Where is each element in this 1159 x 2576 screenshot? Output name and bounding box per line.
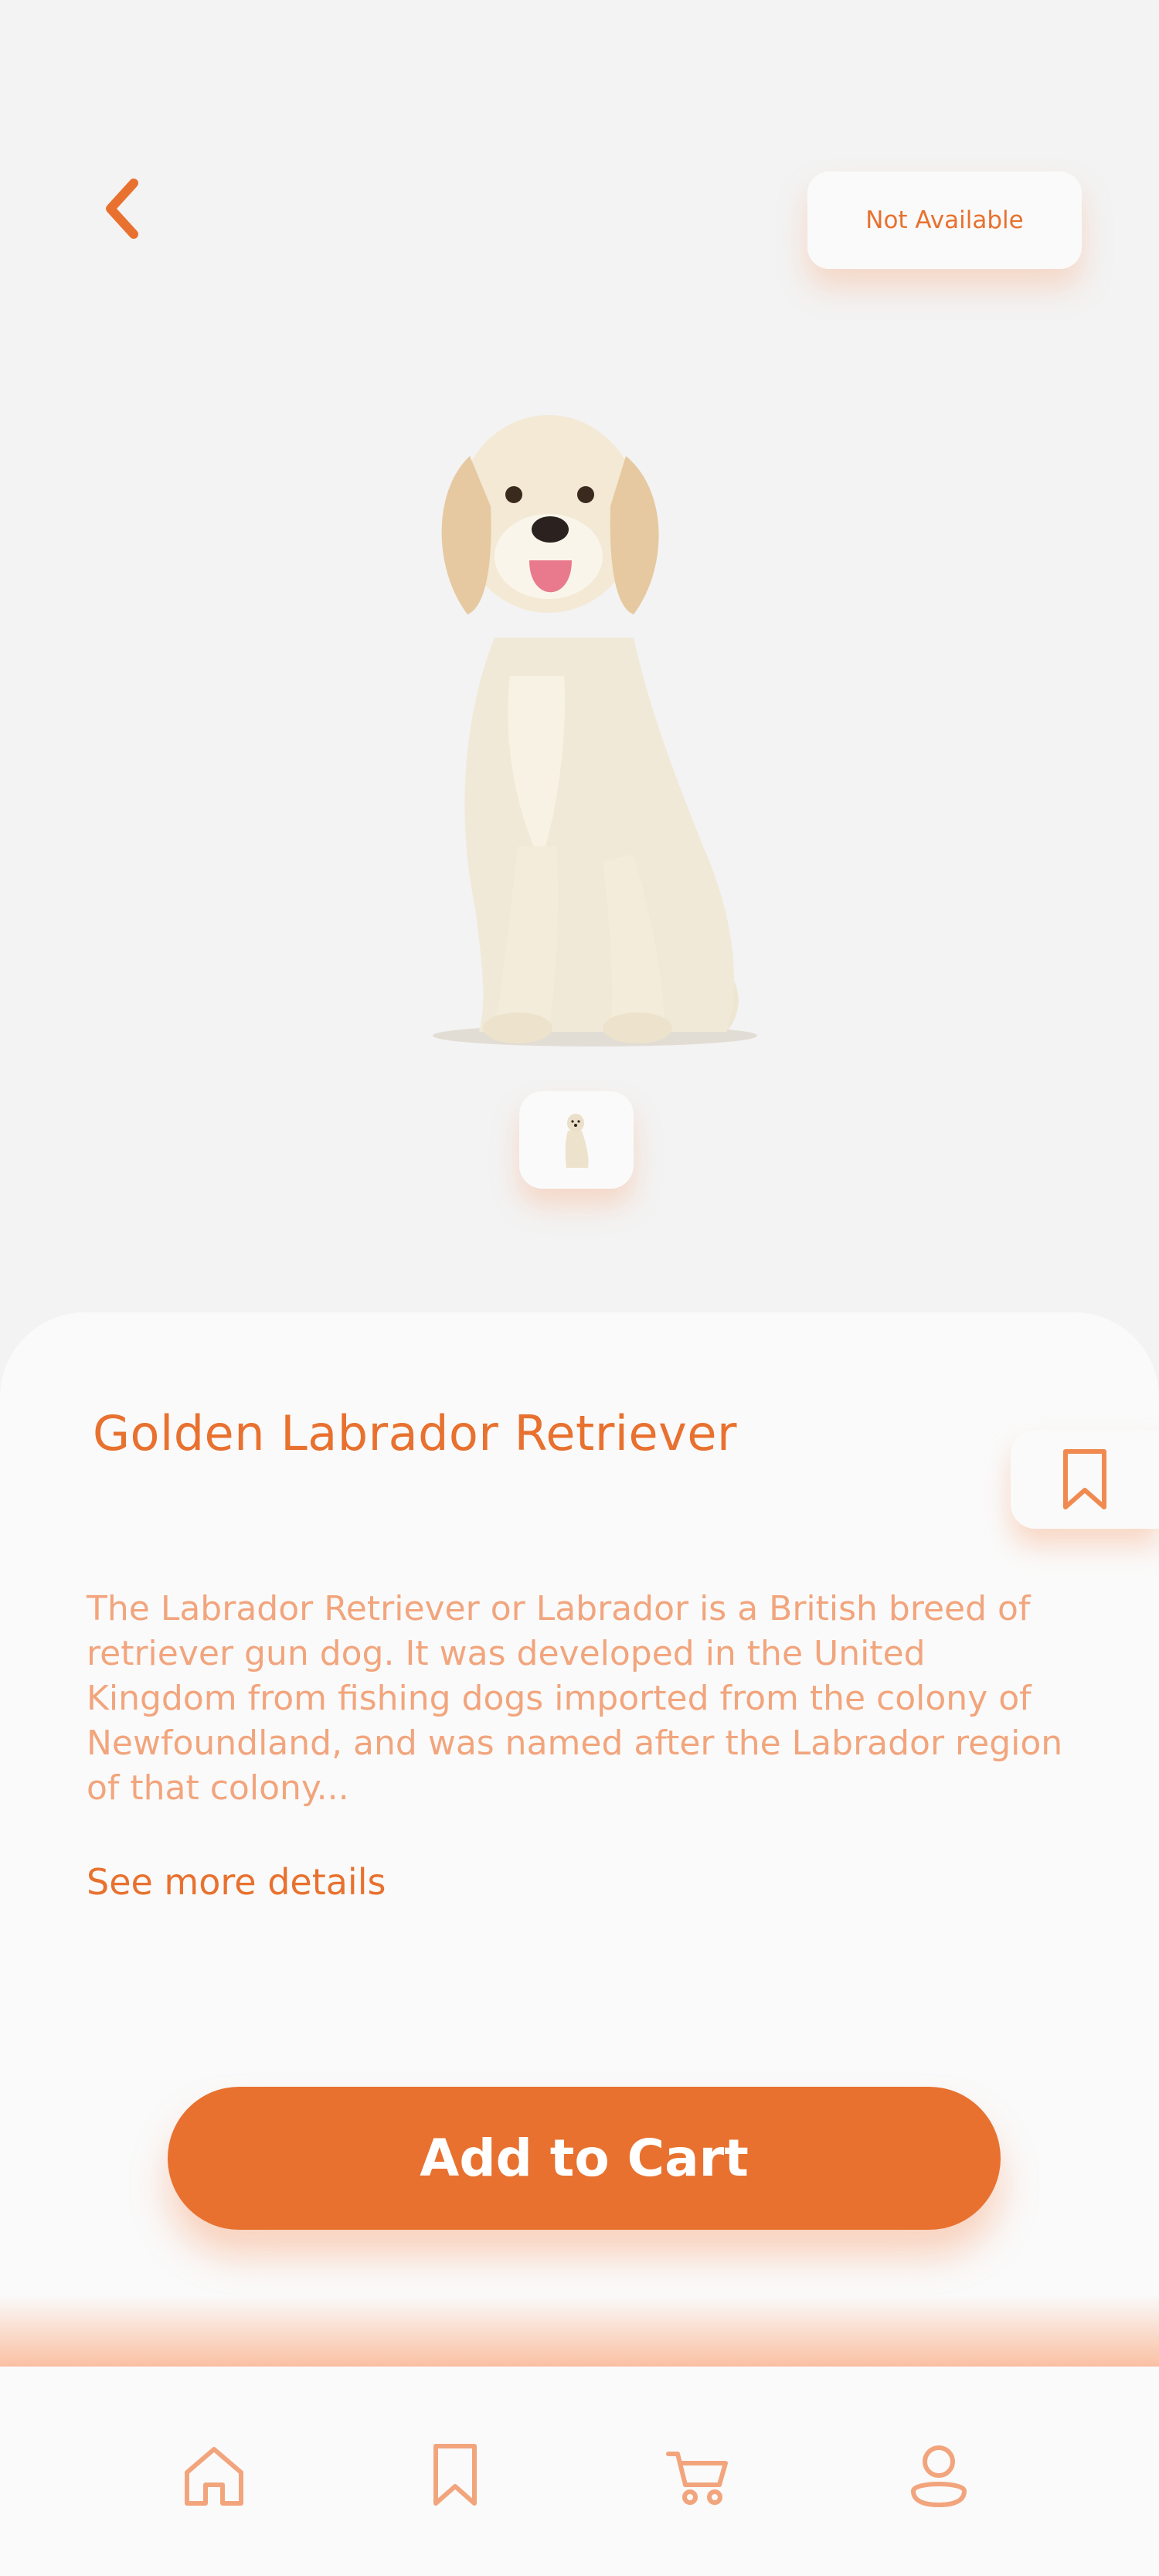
home-icon xyxy=(185,2447,243,2506)
chevron-left-icon xyxy=(106,179,138,239)
add-to-cart-label: Add to Cart xyxy=(420,2129,749,2188)
add-to-cart-button[interactable]: Add to Cart xyxy=(168,2087,1001,2230)
nav-profile[interactable] xyxy=(892,2428,985,2521)
product-image xyxy=(433,415,757,1046)
availability-badge: Not Available xyxy=(807,172,1082,269)
bookmark-icon xyxy=(433,2444,477,2506)
see-more-link[interactable]: See more details xyxy=(87,1861,386,1903)
bookmark-icon xyxy=(1063,1449,1106,1509)
nav-home[interactable] xyxy=(168,2428,260,2521)
nav-saved[interactable] xyxy=(409,2428,501,2521)
availability-label: Not Available xyxy=(865,206,1024,234)
bottom-navigation xyxy=(0,2367,1159,2576)
bookmark-button[interactable] xyxy=(1011,1430,1159,1529)
product-title: Golden Labrador Retriever xyxy=(93,1405,737,1462)
thumbnail-image[interactable] xyxy=(519,1091,634,1189)
nav-shadow xyxy=(0,2295,1159,2369)
product-description: The Labrador Retriever or Labrador is a … xyxy=(87,1589,1063,1808)
back-button[interactable] xyxy=(91,170,153,247)
dog-thumbnail-icon xyxy=(565,1114,589,1168)
profile-icon xyxy=(911,2445,967,2507)
nav-cart[interactable] xyxy=(651,2428,743,2521)
cart-icon xyxy=(666,2452,728,2505)
